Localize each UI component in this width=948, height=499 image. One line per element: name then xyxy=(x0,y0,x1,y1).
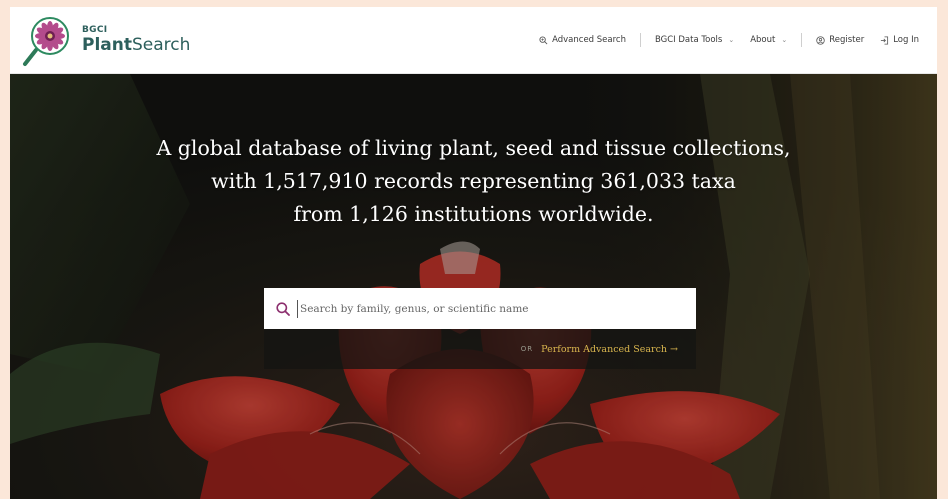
nav-advanced-search[interactable]: Advanced Search xyxy=(531,35,634,45)
nav-data-tools[interactable]: BGCI Data Tools ⌄ xyxy=(647,35,742,45)
search-icon xyxy=(539,35,548,44)
site-logo[interactable]: BGCI PlantSearch xyxy=(22,12,190,68)
nav-advanced-search-label: Advanced Search xyxy=(552,35,626,45)
nav-about[interactable]: About ⌄ xyxy=(742,35,795,45)
chevron-down-icon: ⌄ xyxy=(781,36,788,44)
logo-plantsearch-label: PlantSearch xyxy=(82,35,191,55)
or-label: OR xyxy=(520,345,534,353)
top-nav: Advanced Search BGCI Data Tools ⌄ About … xyxy=(531,33,927,47)
logo-bgci-label: BGCI xyxy=(82,25,108,35)
search-icon xyxy=(276,301,290,316)
search-panel: OR Perform Advanced Search → xyxy=(264,288,696,369)
nav-login-label: Log In xyxy=(893,35,919,45)
magnifier-flower-logo-icon xyxy=(22,12,78,68)
headline-line-3: from 1,126 institutions worldwide. xyxy=(293,202,654,226)
text-cursor xyxy=(297,299,298,318)
site-header: BGCI PlantSearch Advanced Search BGCI Da… xyxy=(10,7,937,74)
nav-login[interactable]: Log In xyxy=(872,35,927,45)
chevron-down-icon: ⌄ xyxy=(728,36,735,44)
search-bar[interactable] xyxy=(264,288,696,329)
login-icon xyxy=(881,35,889,45)
search-input[interactable] xyxy=(300,302,660,315)
nav-about-label: About xyxy=(750,35,776,45)
nav-divider xyxy=(639,33,641,47)
headline-line-2: with 1,517,910 records representing 361,… xyxy=(211,169,736,193)
headline-line-1: A global database of living plant, seed … xyxy=(156,136,791,160)
hero-headline: A global database of living plant, seed … xyxy=(10,132,937,231)
browser-viewport: BGCI PlantSearch Advanced Search BGCI Da… xyxy=(10,7,937,499)
logo-wordmark: BGCI PlantSearch xyxy=(82,26,190,54)
perform-advanced-search-link[interactable]: Perform Advanced Search → xyxy=(541,344,678,355)
nav-divider xyxy=(801,33,803,47)
advanced-search-bar: OR Perform Advanced Search → xyxy=(264,329,696,369)
nav-data-tools-label: BGCI Data Tools xyxy=(654,35,723,45)
user-circle-icon xyxy=(816,35,825,45)
nav-register-label: Register xyxy=(829,35,865,45)
hero-section: A global database of living plant, seed … xyxy=(10,74,937,499)
nav-register[interactable]: Register xyxy=(808,35,872,45)
